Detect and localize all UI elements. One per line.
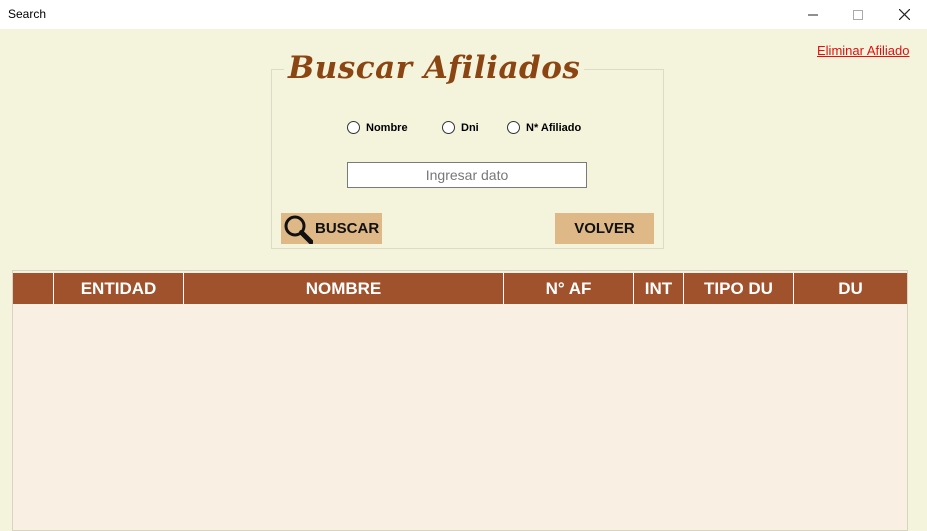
radio-circle[interactable] bbox=[347, 121, 360, 134]
column-header-tipo-du[interactable]: TIPO DU bbox=[684, 273, 794, 304]
radio-nombre[interactable]: Nombre bbox=[347, 121, 408, 134]
column-header-int[interactable]: INT bbox=[634, 273, 684, 304]
close-button[interactable] bbox=[881, 0, 927, 29]
column-header-select[interactable] bbox=[13, 273, 54, 304]
radio-circle[interactable] bbox=[507, 121, 520, 134]
maximize-icon bbox=[853, 9, 863, 20]
search-panel: Buscar Afiliados Nombre Dni N* Afiliado … bbox=[271, 50, 664, 249]
delete-affiliate-link[interactable]: Eliminar Afiliado bbox=[817, 43, 910, 58]
radio-dni[interactable]: Dni bbox=[442, 121, 479, 134]
column-header-nombre[interactable]: NOMBRE bbox=[184, 273, 504, 304]
back-button[interactable]: VOLVER bbox=[555, 213, 654, 244]
title-bar: Search bbox=[0, 0, 927, 29]
column-header-du[interactable]: DU bbox=[794, 273, 907, 304]
minimize-button[interactable] bbox=[790, 0, 836, 29]
close-icon bbox=[898, 9, 910, 20]
radio-afiliado[interactable]: N* Afiliado bbox=[507, 121, 581, 134]
search-button[interactable]: BUSCAR bbox=[281, 213, 382, 244]
magnifier-icon bbox=[284, 215, 313, 244]
search-panel-title: Buscar Afiliados bbox=[284, 50, 585, 86]
maximize-button[interactable] bbox=[835, 0, 881, 29]
radio-label: Nombre bbox=[366, 121, 408, 134]
search-input[interactable] bbox=[347, 162, 587, 188]
radio-label: Dni bbox=[461, 121, 479, 134]
radio-circle[interactable] bbox=[442, 121, 455, 134]
radio-label: N* Afiliado bbox=[526, 121, 582, 134]
column-header-entidad[interactable]: ENTIDAD bbox=[54, 273, 184, 304]
results-grid[interactable]: ENTIDAD NOMBRE N° AF INT TIPO DU DU bbox=[12, 270, 908, 531]
back-button-label: VOLVER bbox=[574, 220, 635, 237]
search-button-label: BUSCAR bbox=[315, 220, 380, 237]
minimize-icon bbox=[808, 14, 818, 15]
window-title: Search bbox=[8, 7, 47, 21]
column-header-num-af[interactable]: N° AF bbox=[504, 273, 634, 304]
grid-header: ENTIDAD NOMBRE N° AF INT TIPO DU DU bbox=[13, 273, 907, 304]
